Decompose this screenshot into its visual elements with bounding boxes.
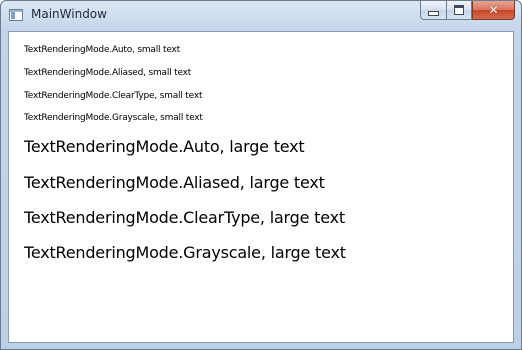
close-button[interactable]: ✕ <box>472 1 515 20</box>
client-area: TextRenderingMode.Auto, small text TextR… <box>8 31 514 343</box>
window-title: MainWindow <box>31 7 107 21</box>
minimize-icon <box>428 10 439 16</box>
text-cleartype-small: TextRenderingMode.ClearType, small text <box>24 91 203 101</box>
text-auto-large: TextRenderingMode.Auto, large text <box>24 137 305 156</box>
minimize-button[interactable] <box>420 1 446 20</box>
text-cleartype-large: TextRenderingMode.ClearType, large text <box>24 208 345 227</box>
text-aliased-small: TextRenderingMode.Aliased, small text <box>24 68 192 78</box>
main-window: MainWindow ✕ TextRenderingMode.Auto, sma… <box>0 0 522 350</box>
text-grayscale-large: TextRenderingMode.Grayscale, large text <box>24 243 346 262</box>
text-aliased-large: TextRenderingMode.Aliased, large text <box>24 173 325 192</box>
text-grayscale-small: TextRenderingMode.Grayscale, small text <box>24 113 203 123</box>
app-window-icon[interactable] <box>9 9 23 21</box>
text-auto-small: TextRenderingMode.Auto, small text <box>24 45 180 55</box>
maximize-button[interactable] <box>446 1 472 20</box>
caption-buttons: ✕ <box>420 1 515 20</box>
title-bar[interactable]: MainWindow ✕ <box>1 1 521 31</box>
maximize-icon <box>454 5 464 15</box>
close-icon: ✕ <box>488 3 499 17</box>
